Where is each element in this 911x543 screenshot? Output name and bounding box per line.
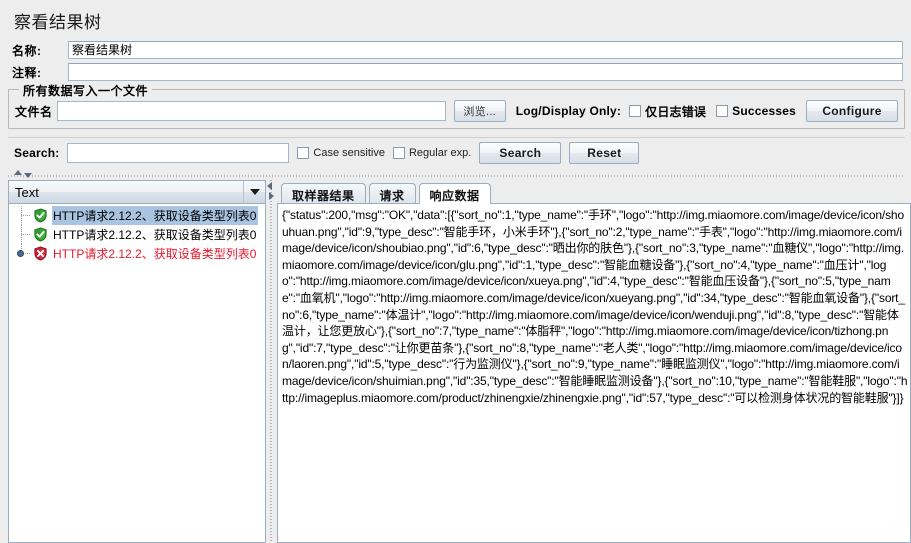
render-type-combobox[interactable]: Text (8, 180, 266, 204)
success-shield-icon (33, 227, 48, 242)
tree-branch-line (15, 206, 33, 225)
reset-button[interactable]: Reset (569, 142, 640, 164)
chevron-right-icon[interactable] (269, 192, 274, 200)
splitter-one-touch-arrows[interactable] (14, 170, 32, 178)
response-data-text: {"status":200,"msg":"OK","data":[{"sort_… (282, 208, 908, 405)
tree-node[interactable]: HTTP请求2.12.2、获取设备类型列表0 (9, 244, 265, 263)
filename-input[interactable] (56, 101, 446, 121)
checkbox-box-icon (716, 105, 729, 117)
search-button[interactable]: Search (479, 142, 562, 164)
write-all-data-to-file-title: 所有数据写入一个文件 (19, 82, 153, 99)
errors-only-checkbox[interactable]: 仅日志错误 (629, 103, 706, 120)
success-shield-icon (33, 208, 48, 223)
tree-node-label[interactable]: HTTP请求2.12.2、获取设备类型列表0 (52, 225, 258, 244)
browse-button[interactable]: 浏览... (453, 100, 506, 122)
splitter-one-touch-arrows[interactable] (267, 182, 274, 200)
error-shield-icon (33, 246, 48, 261)
chevron-left-icon[interactable] (267, 182, 272, 190)
checkbox-box-icon (392, 147, 405, 159)
page-title: 察看结果树 (0, 0, 911, 39)
checkbox-box-icon (629, 105, 642, 117)
configure-button[interactable]: Configure (806, 100, 898, 122)
tree-branch-line (15, 225, 33, 244)
tree-expand-knob-icon[interactable] (17, 250, 24, 257)
errors-only-label: 仅日志错误 (645, 104, 707, 119)
render-type-value: Text (15, 184, 39, 200)
checkbox-box-icon (297, 147, 310, 159)
tab-sampler-result[interactable]: 取样器结果 (281, 183, 366, 204)
name-label: 名称: (12, 43, 42, 58)
comment-row: 注释: (0, 61, 911, 83)
results-tree[interactable]: HTTP请求2.12.2、获取设备类型列表0 HTTP请求2.12.2、获取设备… (8, 204, 266, 543)
write-all-data-to-file-group: 所有数据写入一个文件 文件名 浏览... Log/Display Only: 仅… (8, 82, 905, 129)
view-results-tree-panel: 察看结果树 名称: 注释: 所有数据写入一个文件 文件名 浏览... Log/D… (0, 0, 911, 543)
filename-label: 文件名 (15, 104, 53, 119)
results-tree-pane: Text HTTP请求2.12.2、获取设备类型列表0 HTTP请求2.12.2… (8, 180, 266, 543)
name-row: 名称: (0, 39, 911, 61)
tree-node[interactable]: HTTP请求2.12.2、获取设备类型列表0 (9, 225, 265, 244)
comment-input[interactable] (68, 63, 903, 81)
regular-exp-label: Regular exp. (408, 147, 472, 159)
case-sensitive-checkbox[interactable]: Case sensitive (297, 147, 385, 159)
tree-node[interactable]: HTTP请求2.12.2、获取设备类型列表0 (9, 206, 265, 225)
search-input[interactable] (67, 143, 290, 163)
chevron-down-icon[interactable] (24, 173, 32, 178)
tree-node-label[interactable]: HTTP请求2.12.2、获取设备类型列表0 (52, 206, 259, 225)
case-sensitive-label: Case sensitive (313, 147, 385, 159)
result-tabs: 取样器结果 请求 响应数据 (277, 180, 911, 204)
vertical-splitter[interactable] (266, 180, 277, 543)
results-split-pane: Text HTTP请求2.12.2、获取设备类型列表0 HTTP请求2.12.2… (8, 180, 911, 543)
chevron-down-icon[interactable] (243, 181, 265, 203)
name-input[interactable] (68, 41, 903, 59)
regular-exp-checkbox[interactable]: Regular exp. (392, 147, 472, 159)
tab-request[interactable]: 请求 (368, 183, 416, 204)
tree-node-label[interactable]: HTTP请求2.12.2、获取设备类型列表0 (52, 244, 258, 263)
chevron-up-icon[interactable] (14, 170, 22, 175)
tab-response-data[interactable]: 响应数据 (418, 183, 491, 204)
horizontal-splitter[interactable] (8, 170, 905, 180)
search-bar: Search: Case sensitive Regular exp. Sear… (8, 137, 905, 169)
response-data-viewer[interactable]: {"status":200,"msg":"OK","data":[{"sort_… (277, 203, 911, 543)
search-label: Search: (14, 146, 60, 160)
result-detail-pane: 取样器结果 请求 响应数据 {"status":200,"msg":"OK","… (277, 180, 911, 543)
tree-branch-line (15, 244, 33, 263)
filename-row: 文件名 浏览... Log/Display Only: 仅日志错误 Succes… (15, 100, 898, 122)
successes-label: Successes (732, 104, 796, 118)
comment-label: 注释: (12, 65, 42, 80)
log-display-only-label: Log/Display Only: (515, 104, 622, 118)
successes-checkbox[interactable]: Successes (716, 104, 796, 118)
